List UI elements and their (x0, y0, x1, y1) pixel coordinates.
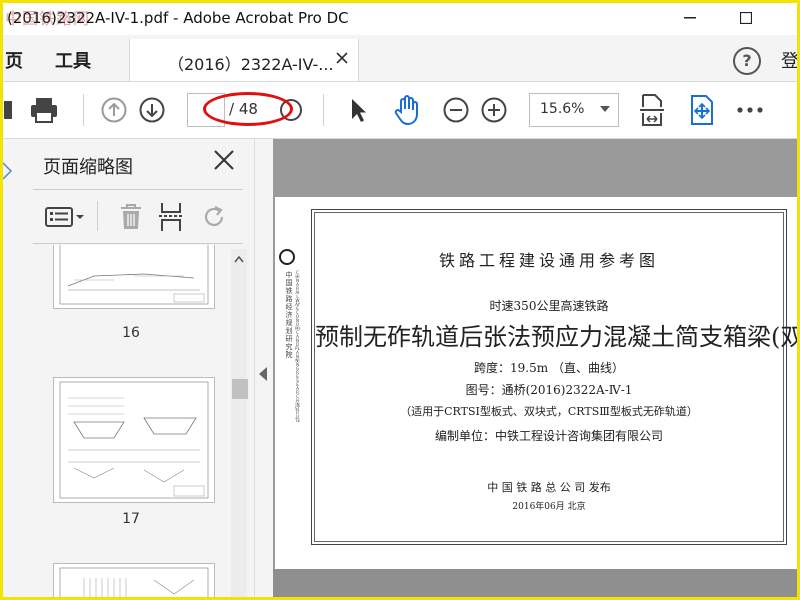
zoom-out-button[interactable] (441, 94, 471, 126)
chevron-up-icon (234, 255, 244, 263)
fit-page-button[interactable] (635, 92, 669, 128)
select-tool-button[interactable] (345, 94, 371, 126)
close-icon (336, 52, 348, 64)
menu-tools[interactable]: 工具 (55, 47, 91, 73)
trash-icon (121, 204, 141, 229)
title-bar: (2016)2322A-IV-1.pdf - Adobe Acrobat Pro… (3, 3, 797, 35)
insert-page-icon (159, 203, 183, 231)
document-main-title: 预制无砟轨道后张法预应力混凝土简支箱梁(双线) (315, 323, 797, 351)
panel-close-button[interactable] (213, 149, 235, 177)
pdf-page: 中国铁路经济规划研究院 CHINA RAILWAY ECONOMIC AND P… (275, 197, 797, 569)
question-icon: ? (742, 51, 752, 70)
thumbnail-list: 16 17 (33, 245, 229, 597)
page-thumbnail[interactable] (53, 563, 215, 597)
panel-divider (33, 243, 243, 244)
title-block-border: 铁路工程建设通用参考图 时速350公里高速铁路 预制无砟轨道后张法预应力混凝土简… (311, 209, 797, 545)
next-page-button[interactable] (137, 94, 167, 126)
rotate-icon (204, 206, 224, 226)
scroll-up-arrow[interactable] (234, 253, 244, 266)
thumbnail-page-number: 16 (122, 325, 140, 341)
screenshot-frame: (2016)2322A-IV-1.pdf - Adobe Acrobat Pro… (0, 0, 800, 600)
toolbar-separator (83, 94, 84, 126)
tab-label: （2016）2322A-IV-... (168, 55, 334, 74)
zoom-level-value: 15.6% (540, 101, 585, 117)
insert-page-button[interactable] (155, 199, 187, 235)
nav-pointer-icon (3, 162, 13, 180)
list-options-icon (45, 207, 84, 227)
page-gap (273, 569, 797, 597)
thumbnail-drawing (59, 567, 209, 597)
delete-page-button[interactable] (115, 201, 147, 233)
document-drawing-number: 图号：通桥(2016)2322A-Ⅳ-1 (465, 383, 633, 397)
minus-circle-icon (443, 97, 469, 123)
document-date: 2016年06月 北京 (512, 502, 586, 512)
document-header: 铁路工程建设通用参考图 (438, 251, 659, 270)
document-applicability: （适用于CRTSⅠ型板式、双块式，CRTSⅢ型板式无砟轨道） (400, 405, 698, 418)
tool-partial-icon (4, 101, 12, 119)
thumbnail-options-button[interactable] (43, 201, 87, 233)
panel-separator (97, 201, 98, 231)
page-thumbnail[interactable] (53, 245, 215, 309)
document-tab[interactable]: （2016）2322A-IV-... (129, 39, 359, 81)
fit-page-icon (640, 94, 664, 126)
thumbnail-panel: 页面缩略图 16 17 (13, 139, 254, 597)
document-publisher: 中 国 铁 路 总 公 司 发布 (487, 481, 611, 494)
full-screen-icon (691, 95, 713, 125)
panel-title: 页面缩略图 (43, 157, 133, 178)
left-nav-strip (3, 139, 13, 597)
minimize-button[interactable] (675, 6, 705, 30)
tab-bar: 页 工具 （2016）2322A-IV-... ? 登 (3, 35, 797, 82)
document-compiler: 编制单位：中铁工程设计咨询集团有限公司 (434, 429, 663, 443)
hidden-tool-partial[interactable] (3, 96, 15, 124)
document-subtitle: 时速350公里高速铁路 (489, 299, 609, 313)
ellipsis-icon (737, 107, 763, 113)
main-toolbar: / 48 15.6% (3, 82, 797, 139)
close-icon (214, 150, 234, 170)
more-tools-button[interactable] (735, 94, 765, 126)
collapse-panel-arrow[interactable] (259, 367, 267, 381)
document-view[interactable]: 中国铁路经济规划研究院 CHINA RAILWAY ECONOMIC AND P… (273, 139, 797, 597)
print-button[interactable] (27, 94, 61, 126)
scroll-thumb[interactable] (232, 379, 248, 399)
toolbar-separator (323, 94, 324, 126)
full-screen-button[interactable] (685, 92, 719, 128)
chevron-down-icon (600, 106, 610, 112)
help-button[interactable]: ? (733, 47, 761, 75)
plus-circle-icon (481, 97, 507, 123)
cursor-arrow-icon (352, 99, 366, 122)
side-organization-name: 中国铁路经济规划研究院 (285, 271, 293, 359)
minimize-icon (684, 17, 696, 19)
title-block-inner-border: 铁路工程建设通用参考图 时速350公里高速铁路 预制无砟轨道后张法预应力混凝土简… (314, 212, 797, 542)
panel-divider (33, 189, 243, 190)
tab-close-button[interactable] (336, 49, 348, 68)
zoom-in-button[interactable] (479, 94, 509, 126)
arrow-down-circle-icon (139, 97, 165, 123)
login-button-partial[interactable]: 登 (781, 47, 797, 73)
previous-page-button[interactable] (99, 94, 129, 126)
thumbnail-page-number: 17 (122, 511, 140, 527)
thumbnail-scrollbar[interactable] (231, 249, 248, 597)
hand-icon (394, 95, 418, 126)
menu-home-partial[interactable]: 页 (5, 47, 23, 73)
red-annotation-ellipse (203, 92, 293, 126)
thumbnail-drawing (59, 245, 209, 305)
printer-icon (31, 98, 57, 123)
rotate-page-button[interactable] (199, 201, 231, 233)
thumbnail-drawing (59, 381, 209, 499)
watermark: 中国铁路网 (5, 9, 91, 28)
maximize-button[interactable] (731, 6, 761, 30)
arrow-up-circle-icon (101, 97, 127, 123)
side-organization-english: CHINA RAILWAY ECONOMIC AND PLANNING RESE… (295, 270, 300, 423)
document-span: 跨度：19.5m （直、曲线） (474, 361, 624, 375)
organization-logo (279, 249, 295, 265)
page-thumbnail[interactable] (53, 377, 215, 503)
maximize-icon (740, 12, 752, 24)
zoom-level-select[interactable]: 15.6% (529, 93, 619, 127)
hand-tool-button[interactable] (389, 92, 425, 128)
